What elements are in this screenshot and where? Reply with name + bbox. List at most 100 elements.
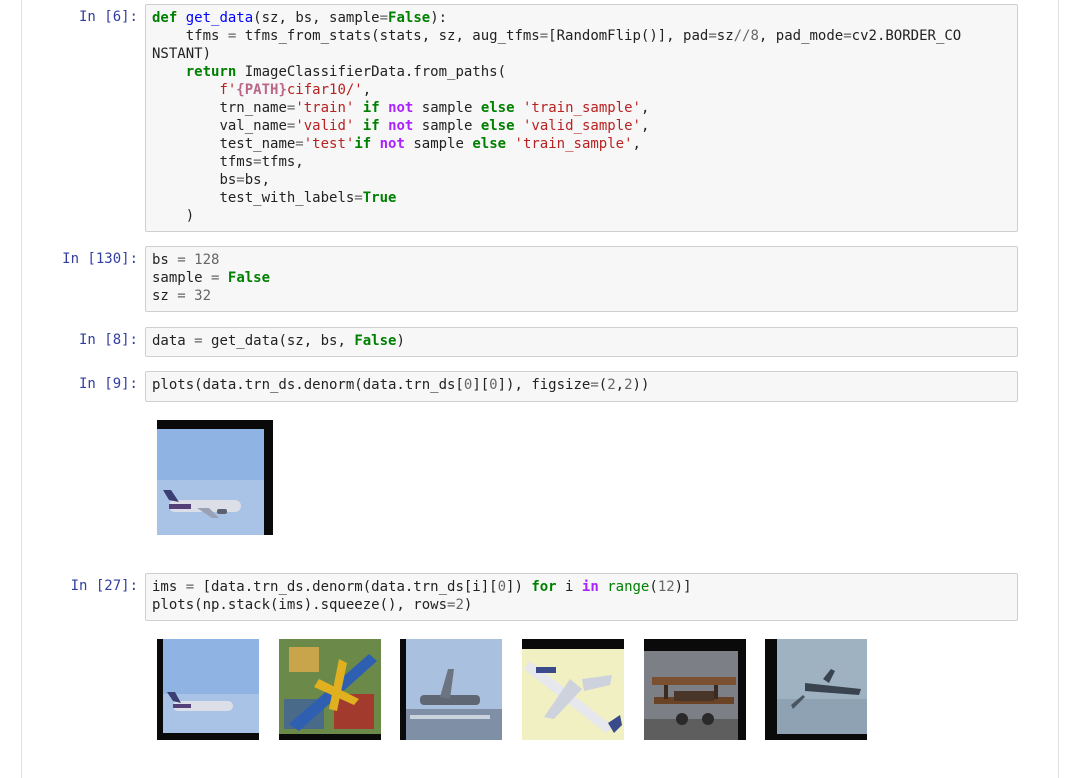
code-token: =	[379, 10, 389, 26]
code-block: bs = 128 sample = False sz = 32	[152, 251, 1011, 305]
code-cell-input[interactable]: data = get_data(sz, bs, False)	[145, 327, 1018, 357]
code-token: sample	[421, 118, 473, 134]
code-token: not	[388, 118, 414, 134]
code-token: 2	[624, 377, 633, 393]
code-token: 'train'	[295, 100, 355, 116]
code-token: =	[539, 28, 549, 44]
code-token: 0	[497, 579, 507, 595]
code-token: (	[598, 377, 608, 393]
code-token: 12	[657, 579, 675, 595]
code-token: , pad_mode	[758, 28, 844, 44]
airplane-2	[279, 639, 381, 740]
cell-prompt: In [130]:	[62, 251, 138, 267]
cell-prompt: In [6]:	[78, 9, 138, 25]
code-token: ]), figsize	[497, 377, 591, 393]
code-token: else	[480, 118, 515, 134]
code-token: return	[185, 64, 237, 80]
code-token: tfms	[152, 28, 228, 44]
code-token: plots(data.trn_ds.denorm(data.trn_ds[	[152, 377, 464, 393]
code-cell-input[interactable]: def get_data(sz, bs, sample=False): tfms…	[145, 4, 1018, 232]
code-token: data	[152, 333, 195, 349]
code-token: 'test'	[303, 136, 355, 152]
output-image	[400, 639, 502, 740]
code-token: =	[590, 377, 599, 393]
airplane-1	[157, 639, 259, 740]
code-token: 2	[455, 597, 464, 613]
code-token: sz	[152, 288, 178, 304]
code-token: get_data(sz, bs,	[202, 333, 355, 349]
code-token: (sz, bs, sample	[253, 10, 380, 26]
output-image	[157, 639, 259, 740]
code-token: 'valid'	[295, 118, 355, 134]
code-token: ):	[430, 10, 448, 26]
code-token: sample	[421, 100, 473, 116]
code-token: False	[388, 10, 431, 26]
code-token: 'train_sample'	[514, 136, 633, 152]
code-token: NSTANT)	[152, 46, 212, 62]
code-cell-input[interactable]: bs = 128 sample = False sz = 32	[145, 246, 1018, 312]
code-token: True	[362, 190, 397, 206]
code-token: False	[354, 333, 397, 349]
code-token: =	[354, 190, 363, 206]
code-token: ][	[472, 377, 490, 393]
code-token: if	[362, 118, 380, 134]
code-token: sample	[152, 270, 212, 286]
code-token: def	[152, 10, 178, 26]
output-image	[522, 639, 624, 740]
code-token: 0	[489, 377, 498, 393]
code-token: =	[185, 579, 195, 595]
code-block: data = get_data(sz, bs, False)	[152, 332, 1011, 350]
code-token: ])	[506, 579, 532, 595]
code-token: trn_name	[219, 100, 287, 116]
code-token: if	[354, 136, 372, 152]
code-token: =	[295, 136, 304, 152]
code-token: plots(np.stack(ims).squeeze(), rows	[152, 597, 448, 613]
code-block: def get_data(sz, bs, sample=False): tfms…	[152, 10, 962, 224]
code-token: get_data	[185, 10, 254, 26]
code-token: sample	[413, 136, 464, 152]
code-token: (	[649, 579, 658, 595]
cell-prompt: In [27]:	[70, 578, 138, 594]
airplane-thumbnail	[157, 420, 273, 535]
code-token: 'valid_sample'	[522, 118, 641, 134]
code-token: =	[194, 333, 203, 349]
code-token: if	[362, 100, 380, 116]
cell-prompt: In [8]:	[78, 332, 138, 348]
code-token: bs	[219, 172, 237, 188]
code-token: =	[253, 154, 262, 170]
code-token: not	[388, 100, 414, 116]
code-token: test_with_labels	[219, 190, 355, 206]
code-token: =	[177, 288, 186, 304]
code-token: bs	[152, 252, 178, 268]
output-image	[157, 420, 273, 535]
code-cell-input[interactable]: plots(data.trn_ds.denorm(data.trn_ds[ 0][…	[145, 371, 1018, 402]
code-token: test_name	[219, 136, 296, 152]
code-token: )	[463, 597, 473, 613]
code-token: )]	[674, 579, 692, 595]
code-token: bs,	[244, 172, 271, 188]
code-token: =	[236, 172, 245, 188]
code-token: 2	[607, 377, 616, 393]
output-image	[765, 639, 867, 740]
code-token: ))	[632, 377, 650, 393]
code-token: cv2.BORDER_CO	[851, 28, 962, 44]
code-token: 32	[185, 288, 212, 304]
code-token: )	[185, 208, 195, 224]
code-token: sz	[716, 28, 734, 44]
code-token: ,	[615, 377, 625, 393]
airplane-6	[765, 639, 867, 740]
code-token: f'	[219, 82, 237, 98]
code-token: =	[211, 270, 220, 286]
code-token: not	[379, 136, 405, 152]
code-token: False	[227, 270, 271, 286]
code-block: plots(data.trn_ds.denorm(data.trn_ds[ 0][…	[152, 376, 1011, 394]
code-cell-input[interactable]: ims = [data.trn_ds.denorm(data.trn_ds[i]…	[145, 573, 1018, 621]
code-token: =	[177, 252, 186, 268]
code-token: tfms	[219, 154, 254, 170]
code-token: tfms_from_stats(stats, sz, aug_tfms	[236, 28, 540, 44]
code-token: )	[396, 333, 405, 349]
code-token: ImageClassifierData.from_paths(	[236, 64, 507, 80]
code-token: {PATH}	[236, 82, 287, 98]
code-token: =	[708, 28, 717, 44]
code-token: [data.trn_ds.denorm(data.trn_ds[i][	[194, 579, 498, 595]
